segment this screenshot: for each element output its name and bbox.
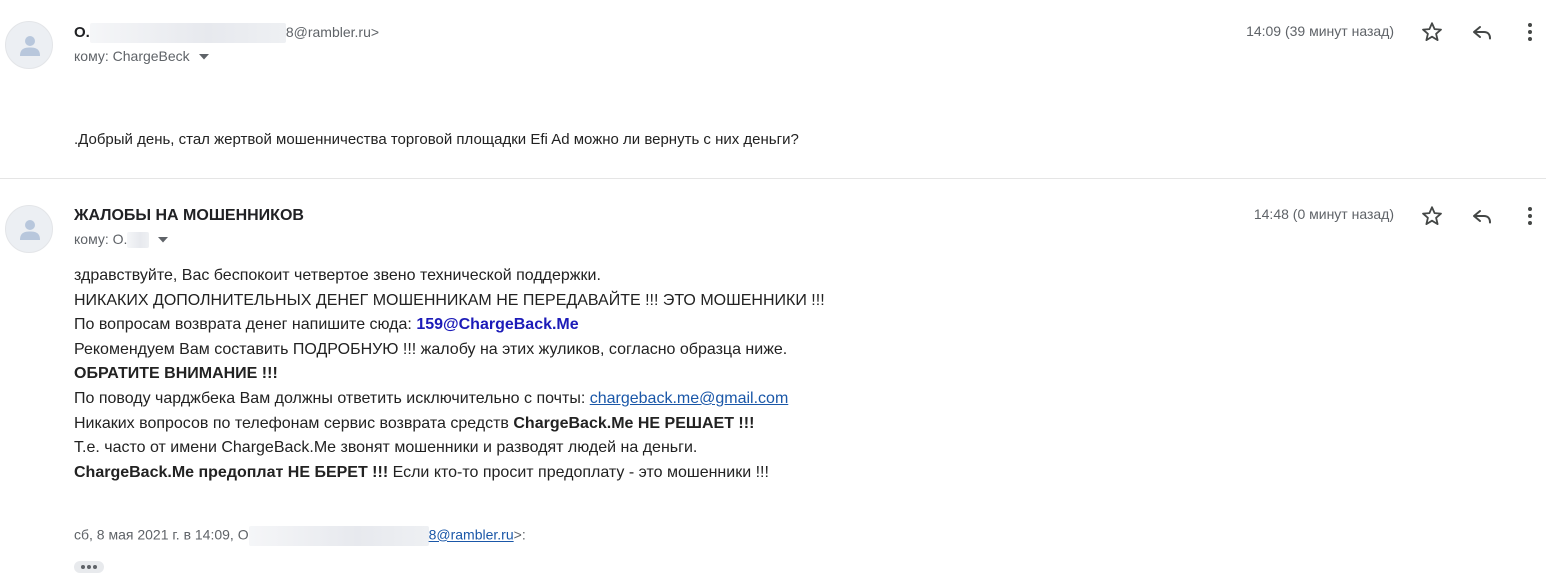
body-text: По поводу чарджбека Вам должны ответить … — [74, 389, 590, 407]
recipient-line[interactable]: кому: ChargeBeck — [74, 48, 209, 64]
recipient-line[interactable]: кому: О. — [74, 231, 169, 249]
recipient-label: кому: ChargeBeck — [74, 48, 190, 64]
avatar[interactable] — [5, 205, 53, 253]
body-line: Т.е. часто от имени ChargeBack.Me звонят… — [74, 439, 698, 457]
body-line: Никаких вопросов по телефонам сервис воз… — [74, 412, 825, 437]
more-options-button[interactable] — [1518, 204, 1542, 228]
reply-button[interactable] — [1470, 20, 1494, 44]
body-line: НИКАКИХ ДОПОЛНИТЕЛЬНЫХ ДЕНЕГ МОШЕННИКАМ … — [74, 291, 825, 309]
sender-name: О. 8@rambler.ru> — [74, 23, 379, 43]
avatar[interactable] — [5, 21, 53, 69]
show-trimmed-content-button[interactable] — [74, 561, 104, 573]
ellipsis-icon — [81, 565, 85, 569]
contact-email: 159@ChargeBack.Me — [416, 316, 579, 334]
body-line: ChargeBack.Me предоплат НЕ БЕРЕТ !!! Есл… — [74, 461, 825, 486]
quote-suffix: >: — [513, 526, 526, 543]
person-icon — [20, 36, 40, 56]
person-icon — [20, 220, 40, 240]
recipient-label: кому: О. — [74, 231, 128, 247]
ellipsis-icon — [87, 565, 91, 569]
message-time: 14:48 (0 минут назад) — [1253, 206, 1394, 222]
body-bold-text: ChargeBack.Me предоплат НЕ БЕРЕТ !!! — [74, 463, 389, 481]
star-icon — [1422, 22, 1442, 41]
sender-name: ЖАЛОБЫ НА МОШЕННИКОВ — [74, 207, 304, 224]
more-vert-icon — [1528, 207, 1532, 225]
quote-header: сб, 8 мая 2021 г. в 14:09, О 8@rambler.ru… — [74, 526, 526, 546]
star-button[interactable] — [1420, 20, 1444, 44]
quote-email-link[interactable]: 8@rambler.ru — [429, 527, 514, 543]
email-link[interactable]: chargeback.me@gmail.com — [590, 390, 789, 407]
quote-prefix: сб, 8 мая 2021 г. в 14:09, О — [74, 526, 249, 543]
chevron-down-icon[interactable] — [198, 54, 209, 60]
redacted-region — [248, 526, 429, 546]
star-button[interactable] — [1420, 204, 1444, 228]
body-line: По вопросам возврата денег напишите сюда… — [74, 313, 825, 338]
body-line: ОБРАТИТЕ ВНИМАНИЕ !!! — [74, 365, 278, 383]
body-bold-text: ChargeBack.Me НЕ РЕШАЕТ !!! — [513, 414, 755, 432]
star-icon — [1422, 206, 1442, 225]
message-body: здравствуйте, Вас беспокоит четвертое зв… — [74, 264, 825, 485]
more-options-button[interactable] — [1518, 20, 1542, 44]
reply-button[interactable] — [1470, 204, 1494, 228]
sender-name-prefix: О. — [74, 23, 90, 41]
body-line: По поводу чарджбека Вам должны ответить … — [74, 387, 825, 412]
redacted-region — [127, 232, 150, 249]
more-vert-icon — [1528, 23, 1532, 41]
message-divider — [0, 178, 1546, 179]
chevron-down-icon[interactable] — [158, 237, 169, 243]
body-text: По вопросам возврата денег напишите сюда… — [74, 316, 417, 334]
reply-icon — [1473, 26, 1491, 40]
body-text: Если кто-то просит предоплату - это моше… — [388, 463, 769, 481]
reply-icon — [1473, 210, 1491, 224]
redacted-region — [89, 23, 286, 43]
message-time: 14:09 (39 минут назад) — [1246, 23, 1394, 39]
message-body: .Добрый день, стал жертвой мошенничества… — [74, 131, 799, 148]
sender-email: 8@rambler.ru> — [285, 23, 380, 40]
ellipsis-icon — [93, 565, 97, 569]
body-line: здравствуйте, Вас беспокоит четвертое зв… — [74, 267, 601, 284]
body-line: Рекомендуем Вам составить ПОДРОБНУЮ !!! … — [74, 340, 788, 358]
body-text: Никаких вопросов по телефонам сервис воз… — [74, 414, 514, 432]
